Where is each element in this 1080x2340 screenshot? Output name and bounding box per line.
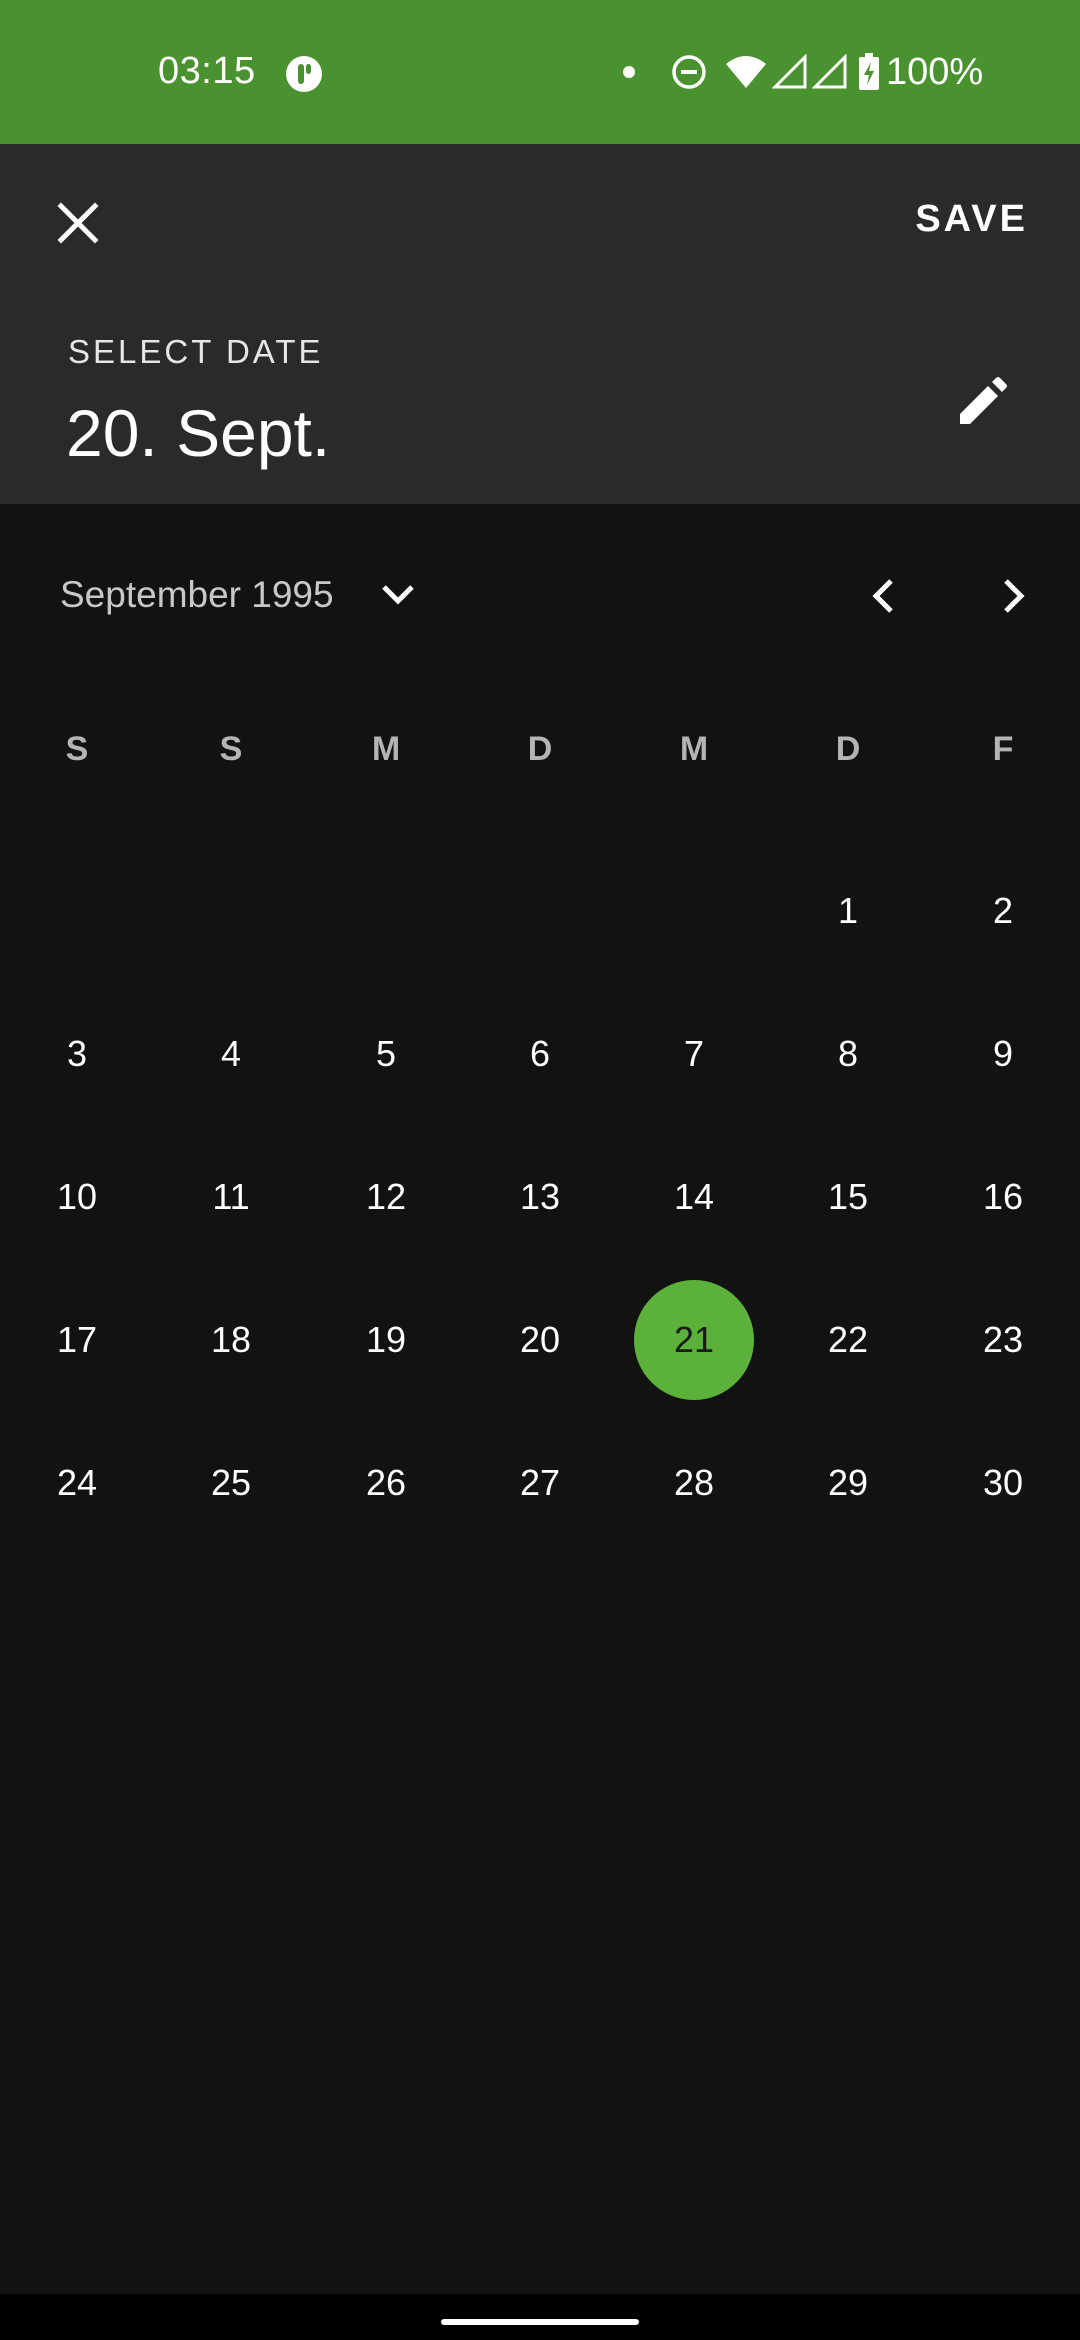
calendar-day[interactable]: 14 xyxy=(634,1137,754,1257)
calendar-day[interactable]: 5 xyxy=(326,994,446,1114)
calendar-day[interactable]: 1 xyxy=(788,851,908,971)
chevron-left-icon xyxy=(872,579,893,613)
calendar-day[interactable]: 22 xyxy=(788,1280,908,1400)
calendar-day[interactable]: 25 xyxy=(171,1423,291,1543)
calendar-day[interactable]: 30 xyxy=(943,1423,1063,1543)
chevron-down-icon[interactable] xyxy=(376,573,420,617)
edit-date-button[interactable] xyxy=(942,362,1022,442)
calendar-day[interactable]: 16 xyxy=(943,1137,1063,1257)
wifi-icon xyxy=(726,56,766,88)
signal-icon xyxy=(772,54,807,89)
select-date-label: SELECT DATE xyxy=(68,333,324,370)
calendar-day[interactable]: 26 xyxy=(326,1423,446,1543)
close-button[interactable] xyxy=(38,183,118,263)
calendar-day[interactable]: 20 xyxy=(480,1280,600,1400)
calendar-day[interactable]: 6 xyxy=(480,994,600,1114)
calendar-day[interactable]: 17 xyxy=(17,1280,137,1400)
calendar-day[interactable]: 24 xyxy=(17,1423,137,1543)
weekday-header: M xyxy=(371,730,401,768)
calendar-day[interactable]: 7 xyxy=(634,994,754,1114)
do-not-disturb-icon xyxy=(672,55,706,89)
home-indicator[interactable] xyxy=(441,2319,639,2325)
calendar-day[interactable]: 12 xyxy=(326,1137,446,1257)
navigation-bar xyxy=(0,2294,1080,2340)
calendar-day[interactable]: 8 xyxy=(788,994,908,1114)
status-icons: 100% xyxy=(622,50,983,94)
calendar-day[interactable]: 28 xyxy=(634,1423,754,1543)
month-year-selector[interactable]: September 1995 xyxy=(60,570,420,620)
weekday-header: S xyxy=(65,730,89,768)
weekday-header: M xyxy=(679,730,709,768)
signal-icon-2 xyxy=(812,54,847,89)
close-icon xyxy=(57,202,99,244)
battery-charging-icon xyxy=(859,53,879,90)
calendar-day-selected[interactable]: 21 xyxy=(634,1280,754,1400)
app-notification-icon xyxy=(286,56,322,92)
calendar-day[interactable]: 18 xyxy=(171,1280,291,1400)
month-year-label[interactable]: September 1995 xyxy=(60,574,334,616)
status-time: 03:15 xyxy=(158,50,256,92)
calendar-day[interactable]: 15 xyxy=(788,1137,908,1257)
calendar-day[interactable]: 19 xyxy=(326,1280,446,1400)
next-month-button[interactable] xyxy=(987,569,1041,623)
weekday-header: D xyxy=(835,730,861,768)
calendar-day[interactable]: 2 xyxy=(943,851,1063,971)
calendar-day[interactable]: 9 xyxy=(943,994,1063,1114)
calendar-day[interactable]: 27 xyxy=(480,1423,600,1543)
calendar-day[interactable]: 23 xyxy=(943,1280,1063,1400)
battery-percentage: 100% xyxy=(886,50,984,93)
calendar-day[interactable]: 10 xyxy=(17,1137,137,1257)
save-button[interactable]: SAVE xyxy=(915,198,1028,241)
pencil-icon xyxy=(960,377,1007,424)
weekday-header: F xyxy=(992,730,1014,768)
weekday-header: D xyxy=(527,730,553,768)
chevron-right-icon xyxy=(1004,579,1025,613)
calendar-day[interactable]: 13 xyxy=(480,1137,600,1257)
previous-month-button[interactable] xyxy=(856,569,910,623)
calendar-day[interactable]: 3 xyxy=(17,994,137,1114)
calendar-day[interactable]: 4 xyxy=(171,994,291,1114)
status-bar: 03:15 100% xyxy=(0,0,1080,144)
calendar-day[interactable]: 29 xyxy=(788,1423,908,1543)
selected-date-text: 20. Sept. xyxy=(66,396,331,470)
calendar-day[interactable]: 11 xyxy=(171,1137,291,1257)
notification-dot-icon xyxy=(623,66,635,78)
weekday-header: S xyxy=(219,730,243,768)
